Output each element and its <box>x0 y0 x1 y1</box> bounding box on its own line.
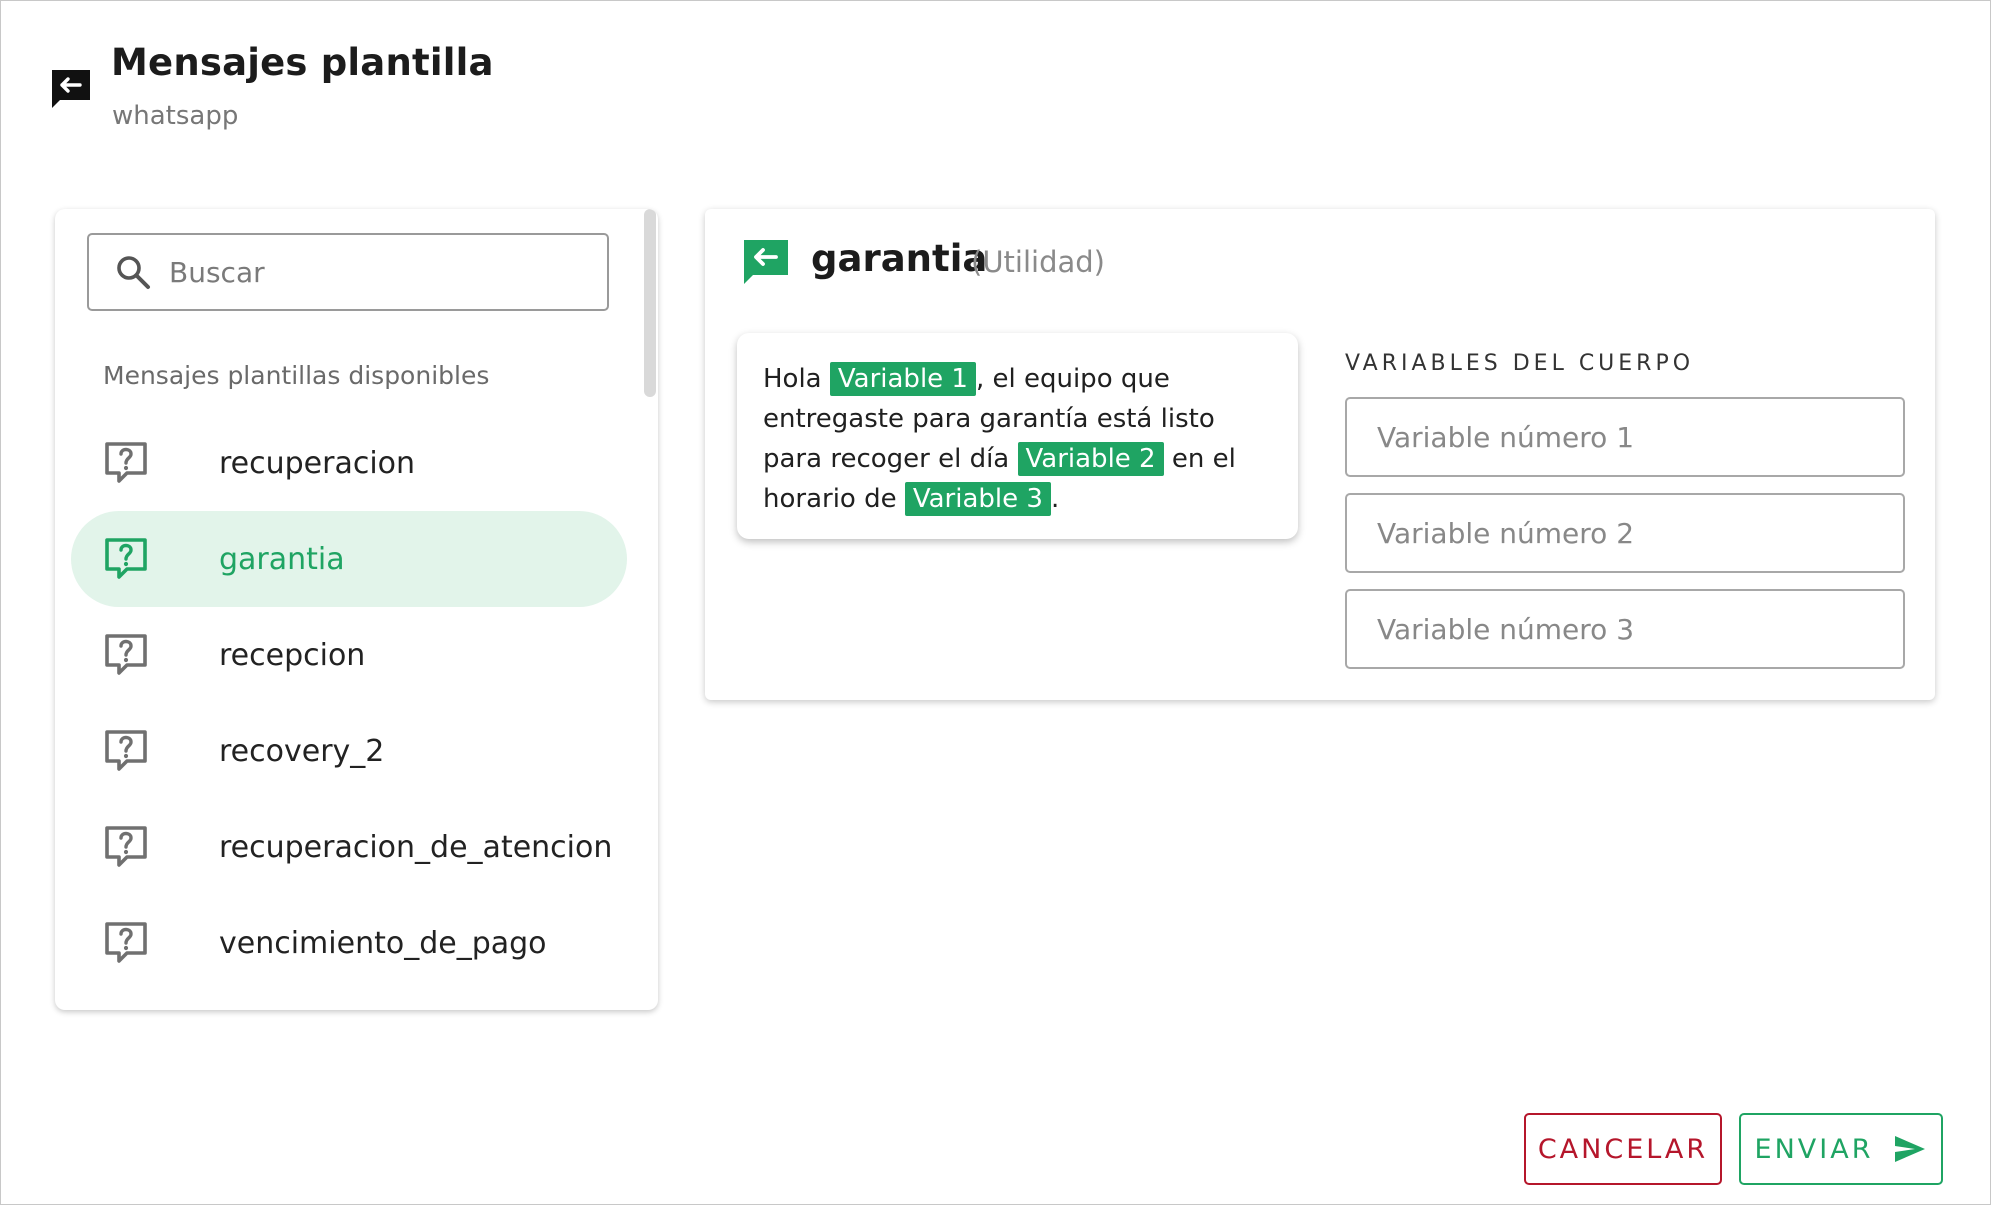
variable-chip: Variable 2 <box>1017 442 1164 476</box>
list-caption: Mensajes plantillas disponibles <box>103 361 490 390</box>
template-item-label: recuperacion <box>219 445 416 481</box>
template-item-recuperacion-de-atencion[interactable]: recuperacion_de_atencion <box>71 799 627 895</box>
body-text: . <box>1050 484 1060 514</box>
page-subtitle: whatsapp <box>112 101 239 131</box>
search-box[interactable] <box>87 233 609 311</box>
message-preview-bubble: Hola Variable 1, el equipo que entregast… <box>737 333 1298 539</box>
question-bubble-icon <box>105 538 147 579</box>
body-text: Hola <box>763 364 830 394</box>
template-name: garantia <box>811 237 988 280</box>
template-preview-panel: garantia (Utilidad) Hola Variable 1, el … <box>705 209 1935 700</box>
send-button[interactable]: ENVIAR <box>1739 1113 1943 1185</box>
variable-input-3[interactable] <box>1377 612 1877 646</box>
template-item-label: recepcion <box>219 637 366 673</box>
template-category: (Utilidad) <box>971 245 1105 279</box>
variable-chip: Variable 1 <box>829 362 976 396</box>
send-button-label: ENVIAR <box>1754 1133 1874 1165</box>
template-item-label: recuperacion_de_atencion <box>219 829 613 865</box>
question-bubble-icon <box>105 922 147 963</box>
variable-field-3[interactable] <box>1345 589 1905 669</box>
template-item-recovery-2[interactable]: recovery_2 <box>71 703 627 799</box>
template-item-recepcion[interactable]: recepcion <box>71 607 627 703</box>
send-icon <box>1895 1136 1926 1162</box>
question-bubble-icon <box>105 730 147 771</box>
variable-chip: Variable 3 <box>904 482 1051 516</box>
template-list: recuperacion garantia recepcion recovery… <box>71 415 627 991</box>
template-item-label: recovery_2 <box>219 733 385 769</box>
template-list-panel: Mensajes plantillas disponibles recupera… <box>55 209 658 1010</box>
template-item-vencimiento-de-pago[interactable]: vencimiento_de_pago <box>71 895 627 991</box>
search-icon <box>117 256 150 289</box>
page-title: Mensajes plantilla <box>111 41 494 84</box>
search-input[interactable] <box>169 255 589 289</box>
dialog-frame: Mensajes plantilla whatsapp Mensajes pla… <box>0 0 1991 1205</box>
template-item-garantia[interactable]: garantia <box>71 511 627 607</box>
variables-heading: VARIABLES DEL CUERPO <box>1345 351 1695 376</box>
question-bubble-icon <box>105 634 147 675</box>
template-item-recuperacion[interactable]: recuperacion <box>71 415 627 511</box>
variable-field-1[interactable] <box>1345 397 1905 477</box>
variable-input-2[interactable] <box>1377 516 1877 550</box>
scrollbar[interactable] <box>640 209 658 1010</box>
template-item-label: garantia <box>219 541 345 577</box>
variable-input-1[interactable] <box>1377 420 1877 454</box>
reply-message-icon <box>744 240 788 284</box>
template-item-label: vencimiento_de_pago <box>219 925 547 961</box>
scrollbar-thumb[interactable] <box>644 209 656 397</box>
variable-field-2[interactable] <box>1345 493 1905 573</box>
cancel-button-label: CANCELAR <box>1537 1133 1709 1165</box>
question-bubble-icon <box>105 442 147 483</box>
cancel-button[interactable]: CANCELAR <box>1524 1113 1722 1185</box>
question-bubble-icon <box>105 826 147 867</box>
reply-message-icon <box>52 70 90 108</box>
